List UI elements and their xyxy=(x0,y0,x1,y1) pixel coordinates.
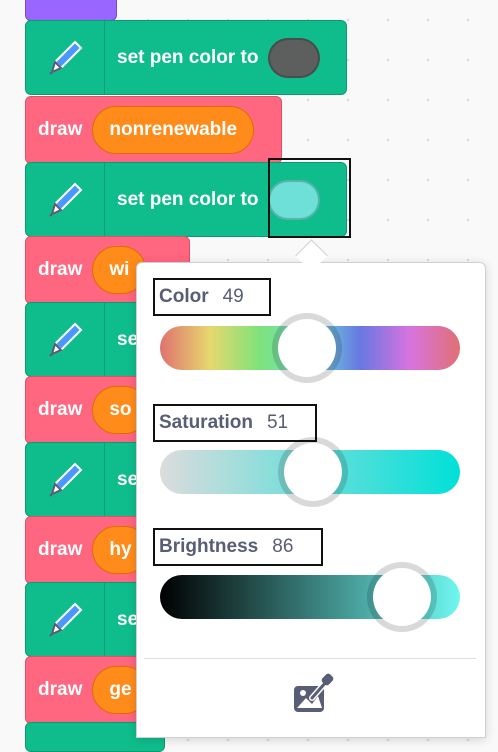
color-slider-handle[interactable] xyxy=(272,313,343,383)
pen-extension-icon-wrap xyxy=(26,163,105,236)
draw-block-1[interactable]: draw nonrenewable xyxy=(25,96,282,164)
brightness-param-label: Brightness 86 xyxy=(153,528,323,566)
pen-icon xyxy=(49,322,83,357)
draw-label: draw xyxy=(38,679,83,700)
set-pen-color-block-1[interactable]: set pen color to xyxy=(25,20,347,95)
brightness-label: Brightness xyxy=(159,536,259,557)
pen-icon xyxy=(49,602,83,637)
saturation-label: Saturation xyxy=(159,412,253,433)
set-pen-color-label: set pen color to xyxy=(117,46,259,68)
pen-extension-icon-wrap xyxy=(26,443,105,516)
saturation-param-label: Saturation 51 xyxy=(153,404,317,442)
eyedropper-icon[interactable] xyxy=(292,672,334,716)
brightness-slider-handle[interactable] xyxy=(367,562,438,632)
draw-argument-pill[interactable]: nonrenewable xyxy=(92,106,255,154)
pen-extension-icon-wrap xyxy=(26,21,105,94)
set-pen-color-label: set pen color to xyxy=(117,188,259,210)
saturation-slider-handle[interactable] xyxy=(277,437,348,507)
pen-icon xyxy=(49,462,83,497)
color-label: Color xyxy=(159,286,209,307)
pen-color-swatch-1[interactable] xyxy=(268,37,321,78)
draw-label: draw xyxy=(38,539,83,560)
set-pen-color-label: se xyxy=(117,608,139,630)
brightness-value: 86 xyxy=(272,536,294,557)
pen-icon xyxy=(49,182,83,217)
set-pen-color-label: se xyxy=(117,328,139,350)
color-param-label: Color 49 xyxy=(153,278,271,316)
pen-extension-icon-wrap xyxy=(26,303,105,376)
draw-label: draw xyxy=(38,119,83,140)
draw-label: draw xyxy=(38,399,83,420)
focus-highlight-swatch xyxy=(268,158,351,238)
pen-extension-icon-wrap xyxy=(26,583,105,656)
pen-icon xyxy=(49,40,83,75)
popover-divider xyxy=(144,658,476,659)
draw-label: draw xyxy=(38,259,83,280)
color-value: 49 xyxy=(222,286,244,307)
saturation-value: 51 xyxy=(266,412,289,433)
event-block-tail[interactable] xyxy=(25,0,117,21)
set-pen-color-label: se xyxy=(117,468,139,490)
